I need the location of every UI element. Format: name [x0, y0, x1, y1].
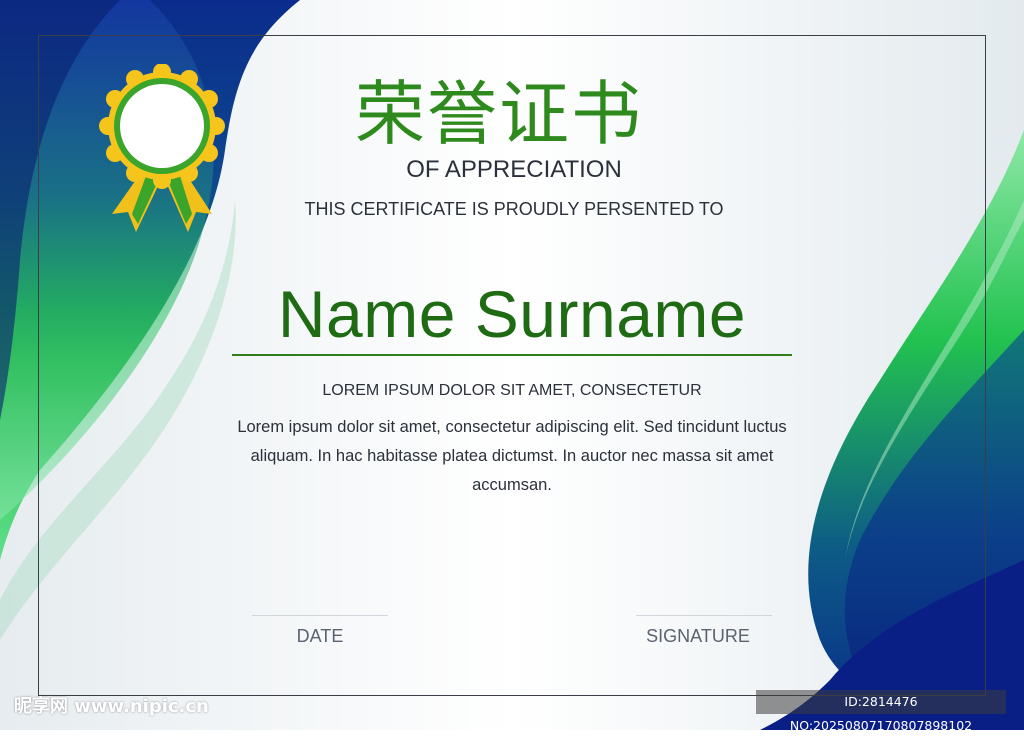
- body-heading: LOREM IPSUM DOLOR SIT AMET, CONSECTETUR: [322, 382, 702, 399]
- certificate-subtitle: OF APPRECIATION: [406, 156, 622, 183]
- signature-line: [636, 615, 772, 616]
- presented-line: THIS CERTIFICATE IS PROUDLY PERSENTED TO: [304, 199, 724, 219]
- date-line: [252, 615, 388, 616]
- watermark-id: ID:2814476 NO:20250807170807898102: [756, 690, 1006, 733]
- name-underline: [232, 354, 792, 356]
- award-rosette-icon: [99, 64, 225, 232]
- date-label: DATE: [296, 626, 344, 646]
- watermark-logo: 昵享网 www.nipic.cn: [14, 696, 209, 717]
- body-text: Lorem ipsum dolor sit amet, consectetur …: [237, 418, 787, 494]
- certificate-title: 荣誉证书: [355, 73, 643, 155]
- signature-label: SIGNATURE: [646, 626, 750, 646]
- recipient-name: Name Surname: [277, 277, 747, 351]
